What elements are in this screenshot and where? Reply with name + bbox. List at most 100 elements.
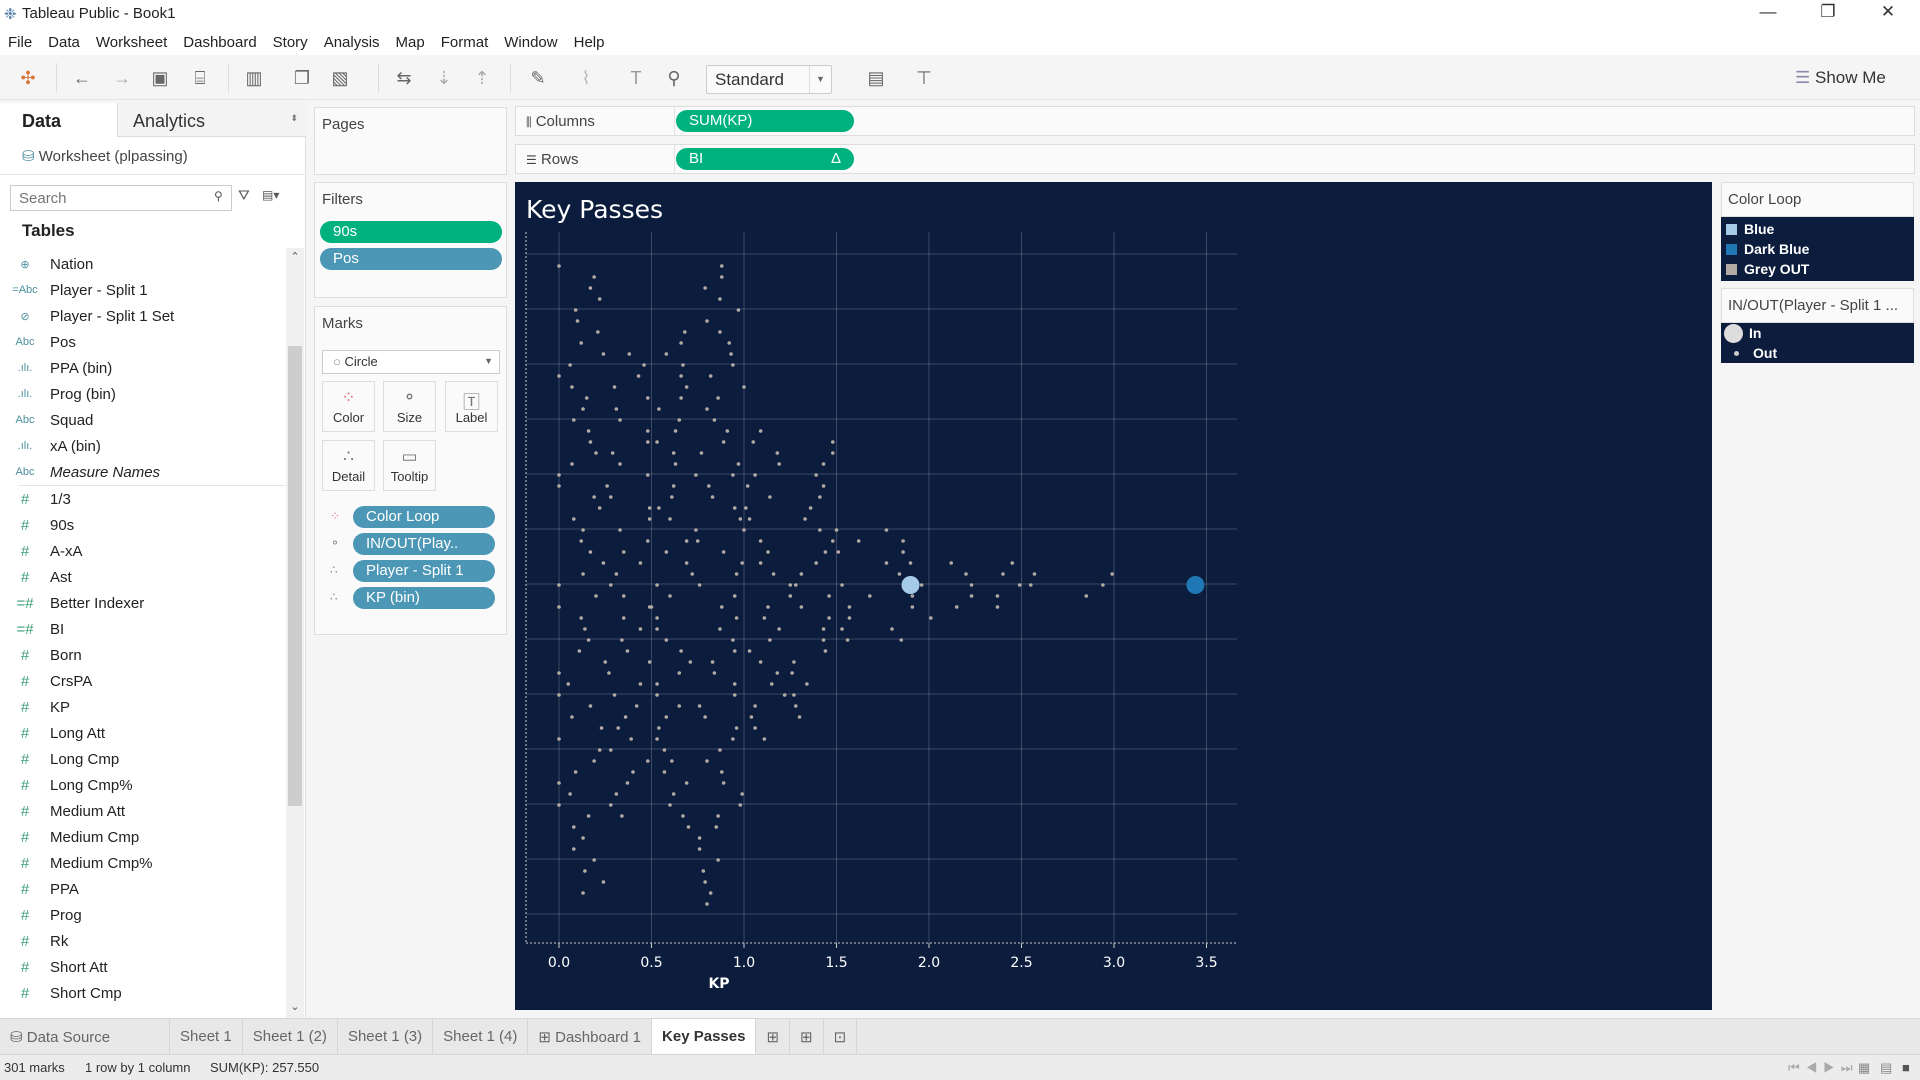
field-item[interactable]: =# BI — [0, 616, 286, 642]
tab-sheet-1[interactable]: Sheet 1 — [170, 1019, 243, 1054]
field-item[interactable]: # KP — [0, 694, 286, 720]
field-item[interactable]: #Short Cmp% — [0, 1006, 286, 1014]
field-item[interactable]: Abc Measure Names — [0, 459, 286, 485]
field-list-scrollbar[interactable]: ⌃ ⌄ — [286, 248, 304, 1018]
view-sorter-icon[interactable]: ▦ — [1858, 1060, 1870, 1076]
show-mark-labels-icon[interactable]: T — [622, 65, 650, 91]
tab-sheet-1-3[interactable]: Sheet 1 (3) — [338, 1019, 434, 1054]
field-item[interactable]: =# Better Indexer — [0, 590, 286, 616]
minimize-button[interactable]: — — [1748, 2, 1788, 26]
tab-key-passes[interactable]: Key Passes — [652, 1019, 757, 1054]
tab-sheet-1-2[interactable]: Sheet 1 (2) — [243, 1019, 338, 1054]
highlight-icon[interactable]: ✎ — [524, 65, 552, 91]
field-item[interactable]: # Medium Cmp% — [0, 850, 286, 876]
redo-icon[interactable]: → — [108, 65, 136, 91]
columns-pill-sum-kp[interactable]: SUM(KP) — [676, 110, 854, 132]
field-item[interactable]: # Short Att — [0, 954, 286, 980]
rows-pill-bi[interactable]: BI Δ — [676, 148, 854, 170]
field-item[interactable]: # Long Cmp% — [0, 772, 286, 798]
field-item[interactable]: #90s — [0, 512, 286, 538]
field-item[interactable]: # Prog — [0, 902, 286, 928]
marks-pill-color-loop[interactable]: Color Loop — [353, 506, 495, 528]
field-item[interactable]: .ılı. Prog (bin) — [0, 381, 286, 407]
new-worksheet-icon[interactable]: ⊞ — [756, 1019, 791, 1054]
fix-axes-icon[interactable]: ⚲ — [660, 65, 688, 91]
fit-select[interactable]: Standard ▼ — [706, 65, 832, 94]
swap-rows-columns-icon[interactable]: ⇆ — [390, 65, 418, 91]
menu-analysis[interactable]: Analysis — [324, 27, 388, 55]
new-dashboard-icon[interactable]: ⊞ — [790, 1019, 824, 1054]
legend-item-grey-out[interactable]: Grey OUT — [1721, 259, 1914, 279]
detail-button[interactable]: ∴ Detail — [322, 440, 375, 491]
marks-pill-in-out[interactable]: IN/OUT(Play.. — [353, 533, 495, 555]
scrollbar-thumb[interactable] — [288, 346, 302, 806]
close-button[interactable]: ✕ — [1868, 2, 1908, 26]
field-item[interactable]: # Long Att — [0, 720, 286, 746]
field-item[interactable]: # Ast — [0, 564, 286, 590]
filmstrip-icon[interactable]: ▤ — [1880, 1060, 1892, 1076]
legend-item-blue[interactable]: Blue — [1721, 219, 1914, 239]
legend-item-out[interactable]: Out — [1721, 343, 1914, 363]
filter-pill-90s[interactable]: 90s — [320, 221, 502, 243]
clear-sheet-icon[interactable]: ▧ — [326, 65, 354, 91]
presentation-mode-icon[interactable]: ⊤ — [910, 65, 938, 91]
filter-pill-pos[interactable]: Pos — [320, 248, 502, 270]
scroll-down-icon[interactable]: ⌄ — [286, 1000, 304, 1013]
mark-type-select[interactable]: ○ Circle ▼ — [322, 350, 500, 374]
filter-icon[interactable]: ⛛ — [238, 187, 250, 204]
field-item[interactable]: =Abc Player - Split 1 — [0, 277, 286, 303]
field-item[interactable]: # CrsPA — [0, 668, 286, 694]
scroll-up-icon[interactable]: ⌃ — [286, 250, 304, 263]
show-cards-icon[interactable]: ▤ — [862, 65, 890, 91]
field-item[interactable]: # Born — [0, 642, 286, 668]
field-item[interactable]: .ılı. PPA (bin) — [0, 355, 286, 381]
undo-icon[interactable]: ← — [68, 65, 96, 91]
duplicate-sheet-icon[interactable]: ❐ — [288, 65, 316, 91]
menu-map[interactable]: Map — [396, 27, 433, 55]
sheet-navigation-icon[interactable]: ⏮◀▶⏭ — [1788, 1060, 1859, 1076]
datasource-item[interactable]: ⛁ Worksheet (plpassing) — [22, 147, 188, 165]
filters-shelf[interactable]: Filters 90s Pos — [314, 182, 507, 298]
field-item[interactable]: # Medium Cmp — [0, 824, 286, 850]
sort-ascending-icon[interactable]: ⇣ — [430, 65, 458, 91]
sort-descending-icon[interactable]: ⇡ — [468, 65, 496, 91]
label-button[interactable]: 🅃 Label — [445, 381, 498, 432]
menu-data[interactable]: Data — [48, 27, 88, 55]
tooltip-button[interactable]: ▭ Tooltip — [383, 440, 436, 491]
menu-format[interactable]: Format — [441, 27, 497, 55]
tab-dashboard-1[interactable]: ⊞ Dashboard 1 — [528, 1019, 653, 1054]
menu-file[interactable]: File — [8, 27, 40, 55]
tableau-home-icon[interactable]: ✣ — [14, 65, 42, 91]
field-item[interactable]: #1/3 — [0, 486, 286, 512]
columns-shelf[interactable]: ⫼ Columns SUM(KP) — [515, 106, 1915, 136]
field-item[interactable]: # Medium Att — [0, 798, 286, 824]
field-item[interactable]: Abc Pos — [0, 329, 286, 355]
color-button[interactable]: ⁘ Color — [322, 381, 375, 432]
rows-shelf[interactable]: ☰ Rows BI Δ — [515, 144, 1915, 174]
legend-item-dark-blue[interactable]: Dark Blue — [1721, 239, 1914, 259]
field-item[interactable]: .ılı. xA (bin) — [0, 433, 286, 459]
view-options-icon[interactable]: ▤▾ — [262, 188, 279, 202]
menu-help[interactable]: Help — [574, 27, 613, 55]
tab-data[interactable]: Data — [0, 103, 117, 137]
menu-dashboard[interactable]: Dashboard — [183, 27, 264, 55]
field-item[interactable]: ⊘ Player - Split 1 Set — [0, 303, 286, 329]
field-item[interactable]: # Long Cmp — [0, 746, 286, 772]
menu-story[interactable]: Story — [273, 27, 316, 55]
tab-sheet-1-4[interactable]: Sheet 1 (4) — [433, 1019, 529, 1054]
legend-item-in[interactable]: In — [1721, 323, 1914, 343]
marks-pill-kp-bin[interactable]: KP (bin) — [353, 587, 495, 609]
tab-data-source[interactable]: ⛁ Data Source — [0, 1019, 170, 1054]
menu-window[interactable]: Window — [504, 27, 565, 55]
save-icon[interactable]: ▣ — [146, 65, 174, 91]
field-item[interactable]: Abc Squad — [0, 407, 286, 433]
pages-shelf[interactable]: Pages — [314, 107, 507, 175]
new-story-icon[interactable]: ⊡ — [824, 1019, 858, 1054]
field-item[interactable]: # Rk — [0, 928, 286, 954]
field-item[interactable]: # A-xA — [0, 538, 286, 564]
tabs-view-icon[interactable]: ■ — [1902, 1060, 1910, 1075]
size-button[interactable]: ⚬ Size — [383, 381, 436, 432]
new-datasource-icon[interactable]: ⌸ — [186, 65, 214, 91]
marks-pill-player[interactable]: Player - Split 1 — [353, 560, 495, 582]
tab-analytics[interactable]: Analytics ⬍ — [117, 103, 306, 137]
